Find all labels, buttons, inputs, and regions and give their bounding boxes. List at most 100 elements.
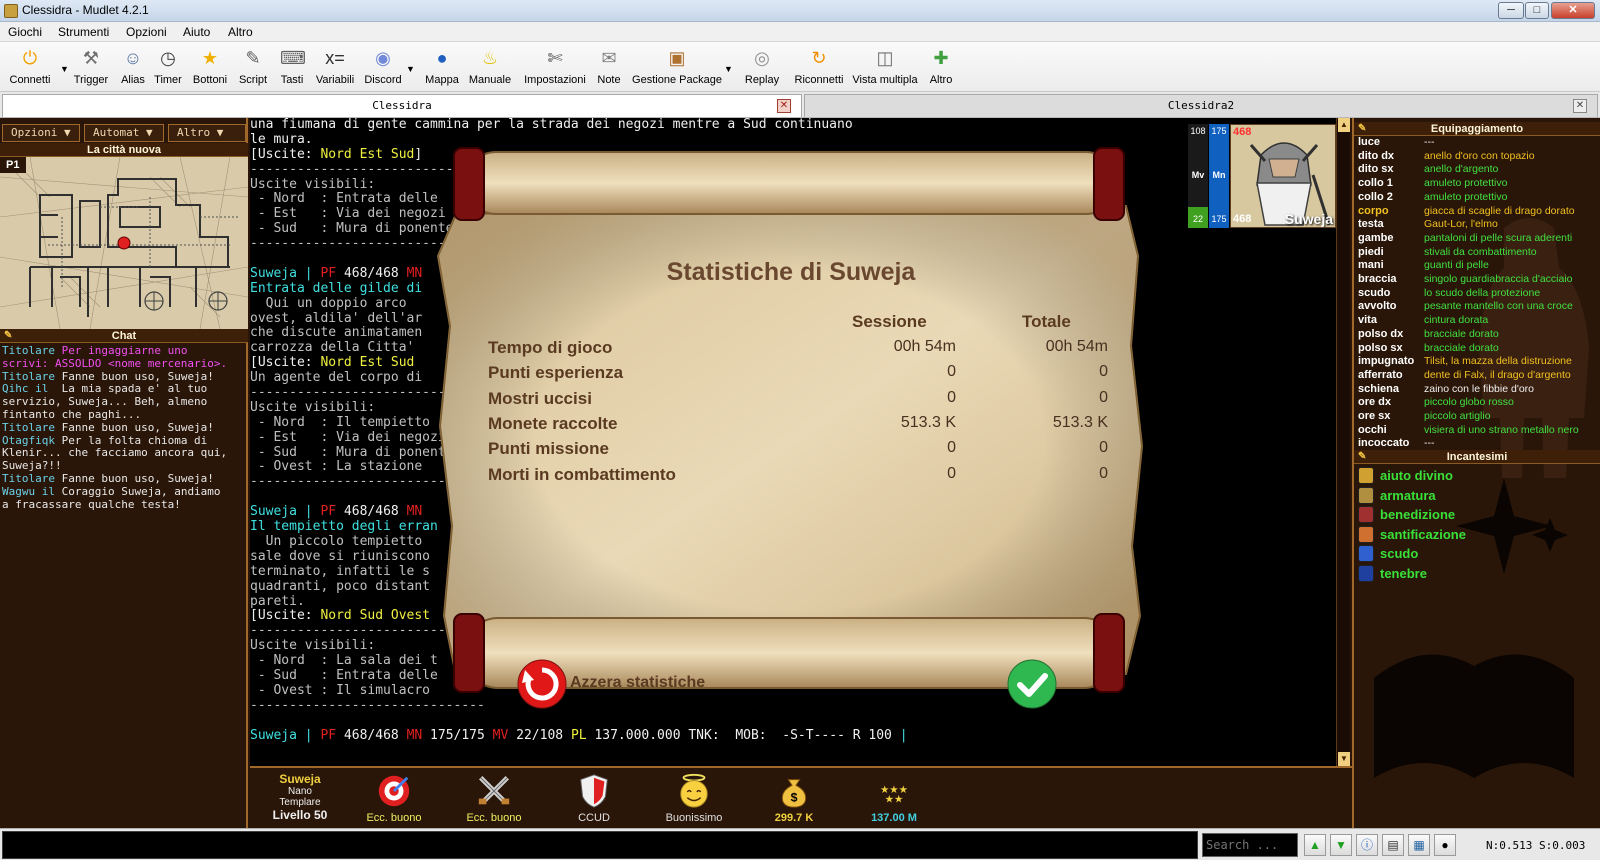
equipment-row[interactable]: impugnato Tilsit, la mazza della distruzi… (1358, 355, 1598, 369)
equipment-row[interactable]: collo 1 amuleto protettivo (1358, 177, 1598, 191)
text-segment: [Uscite: (250, 355, 321, 371)
text-segment: Wagwu il (2, 484, 62, 498)
timestamp-icon[interactable]: ▤ (1382, 834, 1404, 856)
text-segment: PF (320, 265, 344, 281)
stat-session-value: 0 (947, 363, 956, 381)
tool-alias[interactable]: ☺ Alias (118, 46, 148, 90)
console-scrollbar[interactable]: ▲ ▼ (1336, 118, 1350, 766)
text-line: una fiumana di gente cammina per la stra… (250, 118, 1336, 133)
tool-label: Manuale (468, 74, 512, 86)
equipment-row[interactable]: mani guanti di pelle (1358, 259, 1598, 273)
tool-mappa[interactable]: ● Mappa (424, 46, 460, 90)
menu-opzioni[interactable]: Opzioni (126, 25, 167, 39)
search-input[interactable] (1202, 833, 1298, 857)
equipment-row[interactable]: corpo giacca di scaglie di drago dorato (1358, 205, 1598, 219)
tool-altro[interactable]: ✚ Altro (924, 46, 958, 90)
tool-discord[interactable]: ◉ Discord (362, 46, 404, 90)
tool-gestione-package[interactable]: ▣ Gestione Package (632, 46, 722, 90)
info-icon[interactable]: ⓘ (1356, 834, 1378, 856)
equipment-slot: incoccato (1358, 437, 1410, 450)
shield-icon (580, 774, 608, 808)
equipment-row[interactable]: polso dx bracciale dorato (1358, 328, 1598, 342)
tool-riconnetti[interactable]: ↻ Riconnetti (792, 46, 846, 90)
minimize-button[interactable]: ─ (1498, 2, 1524, 19)
dropdown-arrow-icon[interactable]: ▼ (724, 64, 733, 74)
spell-row[interactable]: benedizione (1358, 505, 1558, 525)
command-input[interactable] (2, 831, 1198, 859)
menu-giochi[interactable]: Giochi (8, 25, 42, 39)
equipment-row[interactable]: testa Gaut-Lor, l'elmo (1358, 218, 1598, 232)
status-stat-label: CCUD (578, 812, 610, 824)
menu-altro[interactable]: Altro (228, 25, 253, 39)
target-icon (378, 775, 410, 807)
close-button[interactable]: ✕ (1551, 2, 1595, 19)
scroll-down-button[interactable]: ▼ (1330, 834, 1352, 856)
tool-manuale[interactable]: ♨ Manuale (466, 46, 514, 90)
dropdown-arrow-icon[interactable]: ▼ (406, 64, 415, 74)
equipment-row[interactable]: scudo lo scudo della protezione (1358, 287, 1598, 301)
tool-trigger[interactable]: ⚒ Trigger (70, 46, 112, 90)
equipment-slot: ore sx (1358, 410, 1391, 422)
options-dropdown[interactable]: Opzioni ▼ (2, 124, 80, 142)
equipment-row[interactable]: polso sx bracciale dorato (1358, 342, 1598, 356)
spell-row[interactable]: santificazione (1358, 525, 1558, 545)
maximize-button[interactable]: □ (1525, 2, 1549, 19)
equipment-row[interactable]: schiena zaino con le fibbie d'oro (1358, 383, 1598, 397)
text-segment: 468/468 (343, 727, 407, 743)
tool-replay[interactable]: ◎ Replay (742, 46, 782, 90)
tool-script[interactable]: ✎ Script (236, 46, 270, 90)
equipment-row[interactable]: avvolto pesante mantello con una croce (1358, 300, 1598, 314)
tool-variabili[interactable]: x= Variabili (314, 46, 356, 90)
tab-clessidra[interactable]: Clessidra ✕ (2, 94, 802, 117)
tool-note[interactable]: ✉ Note (592, 46, 626, 90)
dropdown-arrow-icon[interactable]: ▼ (60, 64, 69, 74)
scroll-up-icon[interactable]: ▲ (1338, 118, 1350, 132)
people-icon: ☺ (123, 48, 143, 68)
equipment-row[interactable]: gambe pantaloni di pelle scura aderenti (1358, 232, 1598, 246)
record-icon[interactable]: ● (1434, 834, 1456, 856)
text-segment: Qihc il (2, 382, 55, 396)
tool-timer[interactable]: ◷ Timer (150, 46, 186, 90)
equipment-row[interactable]: afferrato dente di Falx, il drago d'argen… (1358, 369, 1598, 383)
equipment-row[interactable]: ore sx piccolo artiglio (1358, 410, 1598, 424)
log-icon[interactable]: ▦ (1408, 834, 1430, 856)
equipment-row[interactable]: collo 2 amuleto protettivo (1358, 191, 1598, 205)
toolbar: ⏻ Connetti ▼ ⚒ Trigger ☺ Alias ◷ Timer ★ Bottoni ✎ S… (0, 42, 1600, 92)
tab-clessidra2[interactable]: Clessidra2 ✕ (804, 94, 1598, 117)
scroll-down-icon[interactable]: ▼ (1338, 752, 1350, 766)
tab-close-icon[interactable]: ✕ (777, 99, 791, 113)
area-map[interactable]: P1 (0, 157, 248, 329)
spell-row[interactable]: scudo (1358, 544, 1558, 564)
chat-log[interactable]: Titolare Per ingaggiarne uno scrivi: ASSO… (0, 344, 246, 828)
tool-connetti[interactable]: ⏻ Connetti (2, 46, 58, 90)
reset-stats-label[interactable]: Azzera statistiche (570, 674, 705, 692)
equipment-row[interactable]: vita cintura dorata (1358, 314, 1598, 328)
tab-close-icon[interactable]: ✕ (1573, 99, 1587, 113)
equipment-row[interactable]: piedi stivali da combattimento (1358, 246, 1598, 260)
equipment-row[interactable]: dito dx anello d'oro con topazio (1358, 150, 1598, 164)
scroll-up-button[interactable]: ▲ (1304, 834, 1326, 856)
tool-vista-multipla[interactable]: ◫ Vista multipla (850, 46, 920, 90)
altro-dropdown[interactable]: Altro ▼ (168, 124, 246, 142)
status-char-class: Templare (279, 797, 321, 808)
equipment-row[interactable]: dito sx anello d'argento (1358, 163, 1598, 177)
reset-stats-button[interactable] (516, 658, 568, 710)
spell-row[interactable]: armatura (1358, 486, 1558, 506)
equipment-row[interactable]: luce --- (1358, 136, 1598, 150)
tool-impostazioni[interactable]: ✄ Impostazioni (520, 46, 590, 90)
stats-title: Statistiche di Suweja (666, 258, 916, 286)
equipment-slot: avvolto (1358, 300, 1397, 313)
equipment-row[interactable]: braccia singolo guardiabraccia d'acciaio (1358, 273, 1598, 287)
confirm-button[interactable] (1006, 658, 1058, 710)
menu-strumenti[interactable]: Strumenti (58, 25, 109, 39)
menu-aiuto[interactable]: Aiuto (183, 25, 210, 39)
equipment-slot: gambe (1358, 231, 1394, 244)
equipment-row[interactable]: occhi visiera di uno strano metallo nero (1358, 424, 1598, 438)
automat-dropdown[interactable]: Automat ▼ (84, 124, 164, 142)
tool-tasti[interactable]: ⌨ Tasti (276, 46, 308, 90)
equipment-row[interactable]: ore dx piccolo globo rosso (1358, 396, 1598, 410)
hp-bottom-value: 468 (1233, 213, 1252, 225)
spell-row[interactable]: tenebre (1358, 564, 1558, 584)
spell-row[interactable]: aiuto divino (1358, 466, 1558, 486)
tool-bottoni[interactable]: ★ Bottoni (190, 46, 230, 90)
